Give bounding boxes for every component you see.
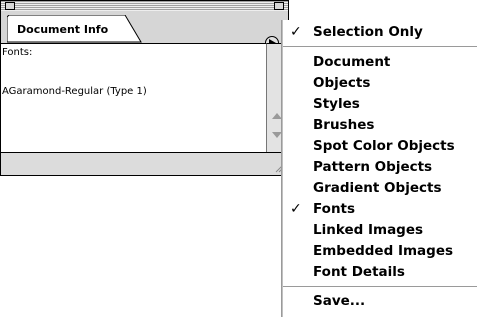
close-box-icon[interactable]: [5, 2, 15, 10]
menu-item-pattern-objects[interactable]: Pattern Objects: [313, 157, 432, 177]
palette-bottom-bar: [0, 152, 289, 176]
palette-tab-bar: Document Info: [0, 11, 289, 53]
menu-item-spot-color-objects[interactable]: Spot Color Objects: [313, 136, 455, 156]
palette-options-menu: ✓ Selection Only Document Objects Styles…: [282, 20, 477, 317]
menu-item-save[interactable]: Save...: [313, 291, 365, 311]
menu-item-embedded-images[interactable]: Embedded Images: [313, 241, 453, 261]
font-entry: AGaramond-Regular (Type 1): [2, 86, 147, 97]
menu-item-fonts[interactable]: Fonts: [313, 199, 355, 219]
menu-item-document[interactable]: Document: [313, 52, 390, 72]
zoom-box-icon[interactable]: [274, 2, 284, 10]
menu-item-selection-only[interactable]: Selection Only: [313, 22, 423, 42]
menu-item-brushes[interactable]: Brushes: [313, 115, 374, 135]
info-content-area: Fonts: AGaramond-Regular (Type 1): [0, 43, 266, 152]
menu-item-font-details[interactable]: Font Details: [313, 262, 405, 282]
document-info-palette: Document Info Fonts: AGaramond-Regular (…: [0, 0, 289, 177]
tab-document-info[interactable]: Document Info: [17, 23, 108, 36]
menu-item-objects[interactable]: Objects: [313, 73, 370, 93]
fonts-label: Fonts:: [2, 47, 33, 58]
menu-item-gradient-objects[interactable]: Gradient Objects: [313, 178, 441, 198]
menu-separator: [283, 286, 477, 287]
fonts-checkmark-icon: ✓: [290, 201, 302, 217]
menu-item-linked-images[interactable]: Linked Images: [313, 220, 423, 240]
menu-item-styles[interactable]: Styles: [313, 94, 360, 114]
selection-only-checkmark-icon: ✓: [290, 24, 302, 40]
menu-separator: [283, 46, 477, 47]
